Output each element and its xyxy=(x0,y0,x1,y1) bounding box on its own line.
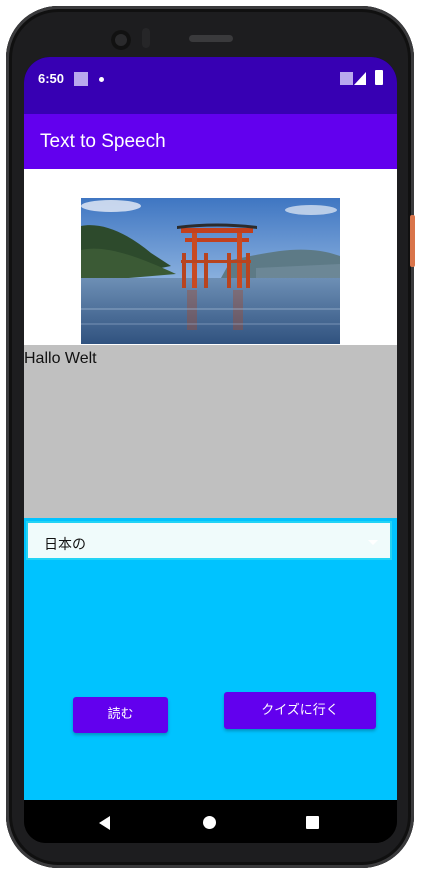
device-frame: 6:50 Text to Speech Hallo Welt 日本の 読む クイ… xyxy=(0,0,422,872)
home-icon[interactable] xyxy=(203,816,216,829)
power-button xyxy=(410,215,415,267)
notification-dot-icon xyxy=(99,77,104,82)
torii-image xyxy=(81,198,340,344)
navigation-bar xyxy=(24,800,397,843)
wifi-icon xyxy=(340,72,353,85)
front-camera xyxy=(111,30,131,50)
controls-area: 日本の 読む クイズに行く xyxy=(24,518,397,800)
speech-text: Hallo Welt xyxy=(24,350,97,367)
speech-text-area[interactable]: Hallo Welt xyxy=(24,345,397,518)
status-bar: 6:50 xyxy=(24,57,397,114)
main-content: Hallo Welt 日本の 読む クイズに行く xyxy=(24,169,397,800)
earpiece-speaker xyxy=(189,35,233,42)
go-to-quiz-button[interactable]: クイズに行く xyxy=(224,692,376,729)
status-time: 6:50 xyxy=(38,71,65,86)
language-spinner[interactable]: 日本の xyxy=(26,521,392,560)
battery-icon xyxy=(375,70,383,85)
signal-icon xyxy=(354,72,366,85)
recent-apps-icon[interactable] xyxy=(306,816,319,829)
notification-icon xyxy=(74,72,88,86)
sensor xyxy=(142,28,150,48)
spinner-selected-value: 日本の xyxy=(44,537,86,553)
torii-photo xyxy=(81,198,340,344)
read-button[interactable]: 読む xyxy=(73,697,168,733)
app-title: Text to Speech xyxy=(40,131,166,152)
app-toolbar: Text to Speech xyxy=(24,114,397,169)
chevron-down-icon xyxy=(368,540,378,545)
screen: 6:50 Text to Speech Hallo Welt 日本の 読む クイ… xyxy=(24,57,397,843)
back-icon[interactable] xyxy=(99,816,110,830)
